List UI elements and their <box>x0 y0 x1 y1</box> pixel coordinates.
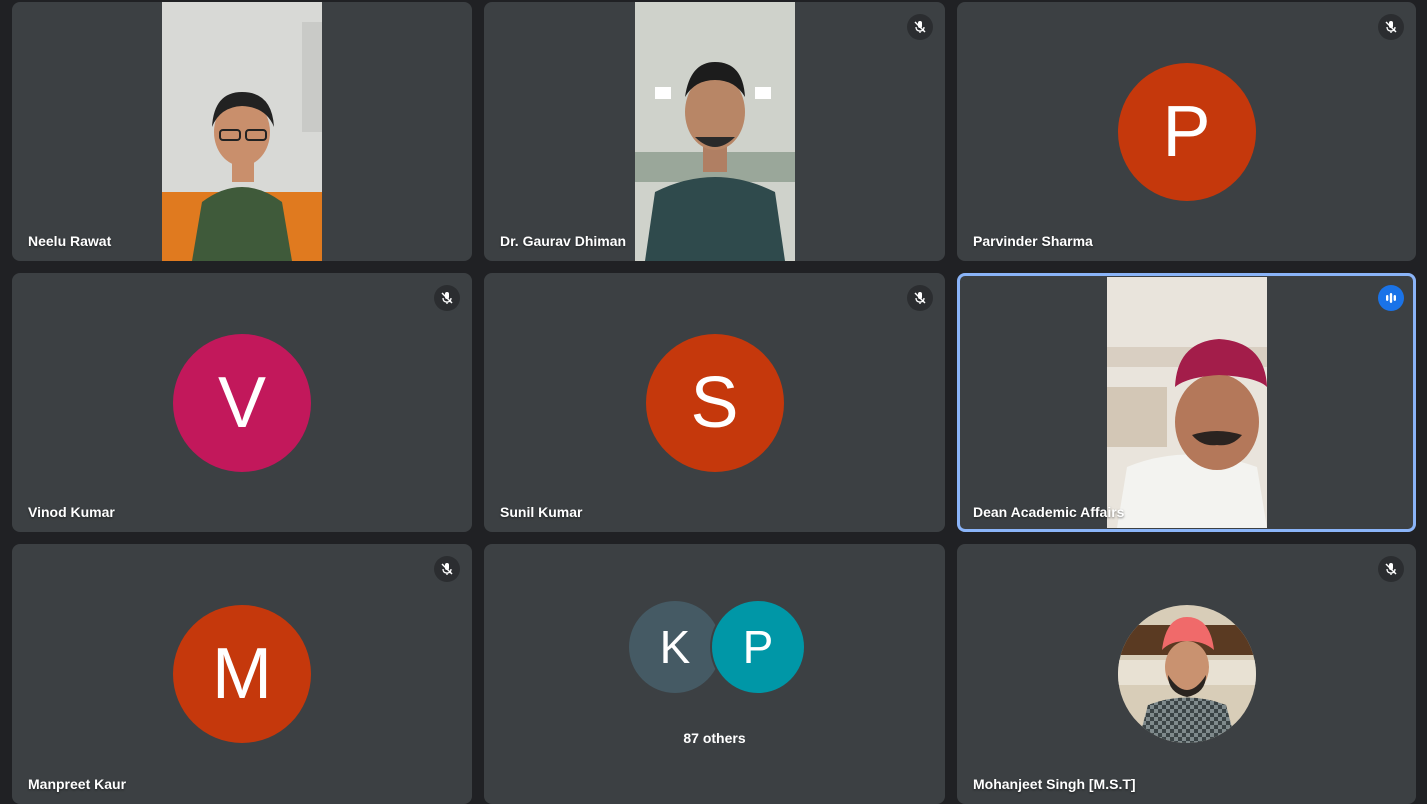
avatar: P <box>1117 62 1256 201</box>
participant-name: Dean Academic Affairs <box>973 504 1125 520</box>
avatar-initial: S <box>690 362 739 443</box>
avatar-initial: P <box>742 621 774 673</box>
participant-tile-mohanjeet-singh[interactable]: Mohanjeet Singh [M.S.T] <box>957 544 1416 804</box>
avatar-initial: V <box>217 362 267 443</box>
participant-tile-parvinder-sharma[interactable]: P Parvinder Sharma <box>957 2 1416 261</box>
avatar: M <box>173 605 311 743</box>
others-count-label: 87 others <box>683 730 746 746</box>
participant-name: Manpreet Kaur <box>28 776 127 792</box>
participant-video <box>1106 277 1267 528</box>
participant-video <box>634 2 795 261</box>
participant-name: Dr. Gaurav Dhiman <box>500 233 627 249</box>
participant-tile-dean-academic-affairs[interactable]: Dean Academic Affairs <box>957 273 1416 532</box>
participant-tile-gaurav-dhiman[interactable]: Dr. Gaurav Dhiman <box>484 2 945 261</box>
muted-mic-icon <box>907 14 933 40</box>
participant-name: Sunil Kumar <box>500 504 583 520</box>
avatar-initial: M <box>212 634 272 714</box>
participant-tile-sunil-kumar[interactable]: S Sunil Kumar <box>484 273 945 532</box>
participant-name: Mohanjeet Singh [M.S.T] <box>973 776 1136 792</box>
participant-tile-vinod-kumar[interactable]: V Vinod Kumar <box>12 273 472 532</box>
muted-mic-icon <box>434 285 460 311</box>
participant-name: Neelu Rawat <box>28 233 112 249</box>
others-avatar-p: P <box>712 601 804 693</box>
participant-tile-neelu-rawat[interactable]: Neelu Rawat <box>12 2 472 261</box>
avatar-initial: P <box>1162 91 1211 172</box>
muted-mic-icon <box>434 556 460 582</box>
avatar: S <box>645 333 784 472</box>
muted-mic-icon <box>1378 556 1404 582</box>
participant-tile-manpreet-kaur[interactable]: M Manpreet Kaur <box>12 544 472 804</box>
muted-mic-icon <box>1378 14 1404 40</box>
participant-name: Parvinder Sharma <box>973 233 1093 249</box>
participant-name: Vinod Kumar <box>28 504 115 520</box>
muted-mic-icon <box>907 285 933 311</box>
profile-photo-avatar <box>1118 605 1256 743</box>
others-avatar-k: K <box>629 601 721 693</box>
participant-video <box>162 2 322 261</box>
speaking-indicator-icon <box>1378 285 1404 311</box>
avatar: V <box>173 333 311 472</box>
avatar-initial: K <box>659 621 691 673</box>
participant-tile-others[interactable]: K P 87 others <box>484 544 945 804</box>
